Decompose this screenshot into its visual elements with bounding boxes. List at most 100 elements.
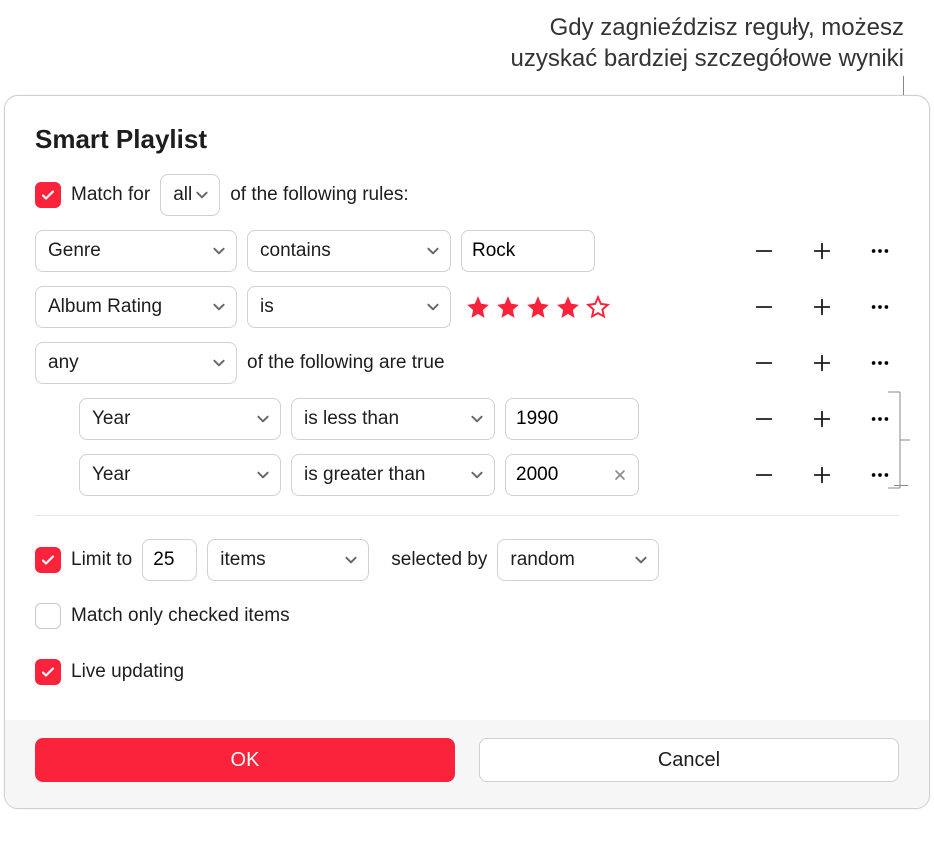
dialog-footer: OK Cancel — [5, 720, 929, 808]
ok-button[interactable]: OK — [35, 738, 455, 782]
star-outline-icon[interactable] — [585, 294, 611, 320]
limit-row: Limit to items selected by random — [35, 538, 899, 582]
add-rule-button[interactable] — [807, 404, 837, 434]
limit-unit-value: items — [220, 549, 265, 571]
match-row: Match for all of the following rules: — [35, 173, 899, 217]
rule-op-value: is greater than — [304, 464, 425, 486]
remove-rule-button[interactable] — [749, 292, 779, 322]
rule-field-value: Year — [92, 464, 130, 486]
chevron-down-icon — [426, 300, 440, 314]
rule-actions — [749, 236, 899, 266]
match-checked-checkbox[interactable] — [35, 603, 61, 629]
minus-icon — [753, 240, 775, 262]
close-icon — [613, 468, 627, 482]
rule-field-select[interactable]: Genre — [35, 230, 237, 272]
add-rule-button[interactable] — [807, 348, 837, 378]
minus-icon — [753, 408, 775, 430]
cancel-button-label: Cancel — [658, 749, 720, 772]
remove-rule-button[interactable] — [749, 348, 779, 378]
star-icon[interactable] — [495, 294, 521, 320]
plus-icon — [811, 352, 833, 374]
match-suffix: of the following rules: — [230, 184, 409, 206]
rule-value-wrap — [505, 454, 639, 496]
match-mode-value: all — [173, 184, 192, 206]
chevron-down-icon — [470, 468, 484, 482]
group-mode-select[interactable]: any — [35, 342, 237, 384]
callout-annotation: Gdy zagnieździsz reguły, możesz uzyskać … — [511, 12, 905, 74]
limit-count-input[interactable] — [142, 539, 197, 581]
rule-op-select[interactable]: is — [247, 286, 451, 328]
rule-field-value: Year — [92, 408, 130, 430]
callout-line1: Gdy zagnieździsz reguły, możesz — [511, 12, 905, 43]
add-rule-button[interactable] — [807, 460, 837, 490]
chevron-down-icon — [426, 244, 440, 258]
rule-field-select[interactable]: Album Rating — [35, 286, 237, 328]
more-rule-button[interactable] — [865, 292, 895, 322]
rule-row-nested: Year is less than — [35, 397, 899, 441]
ellipsis-icon — [869, 352, 891, 374]
chevron-down-icon — [212, 356, 226, 370]
chevron-down-icon — [634, 553, 648, 567]
more-rule-button[interactable] — [865, 236, 895, 266]
plus-icon — [811, 240, 833, 262]
chevron-down-icon — [256, 468, 270, 482]
chevron-down-icon — [256, 412, 270, 426]
remove-rule-button[interactable] — [749, 236, 779, 266]
group-suffix: of the following are true — [247, 352, 445, 374]
bracket-svg — [884, 388, 912, 496]
chevron-down-icon — [212, 300, 226, 314]
rule-actions — [749, 292, 899, 322]
rule-op-select[interactable]: contains — [247, 230, 451, 272]
match-checked-row: Match only checked items — [35, 594, 899, 638]
dialog-body: Smart Playlist Match for all of the foll… — [5, 96, 929, 720]
clear-input-button[interactable] — [609, 464, 631, 486]
chevron-down-icon — [212, 244, 226, 258]
plus-icon — [811, 408, 833, 430]
rule-group-row: any of the following are true — [35, 341, 899, 385]
rule-row: Genre contains — [35, 229, 899, 273]
rule-value-input[interactable] — [461, 230, 595, 272]
limit-unit-select[interactable]: items — [207, 539, 369, 581]
rule-value-input[interactable] — [505, 398, 639, 440]
rule-op-value: is less than — [304, 408, 399, 430]
rule-actions — [749, 460, 899, 490]
rule-field-value: Genre — [48, 240, 101, 262]
chevron-down-icon — [344, 553, 358, 567]
plus-icon — [811, 296, 833, 318]
selected-by-value: random — [510, 549, 574, 571]
plus-icon — [811, 464, 833, 486]
rule-field-value: Album Rating — [48, 296, 162, 318]
chevron-down-icon — [195, 188, 209, 202]
callout-line2: uzyskać bardziej szczegółowe wyniki — [511, 43, 905, 74]
rule-op-value: is — [260, 296, 274, 318]
selected-by-select[interactable]: random — [497, 539, 659, 581]
match-checkbox[interactable] — [35, 182, 61, 208]
star-icon[interactable] — [465, 294, 491, 320]
minus-icon — [753, 296, 775, 318]
rule-field-select[interactable]: Year — [79, 398, 281, 440]
rule-field-select[interactable]: Year — [79, 454, 281, 496]
remove-rule-button[interactable] — [749, 404, 779, 434]
add-rule-button[interactable] — [807, 292, 837, 322]
add-rule-button[interactable] — [807, 236, 837, 266]
rule-op-select[interactable]: is less than — [291, 398, 495, 440]
limit-checkbox[interactable] — [35, 547, 61, 573]
divider — [35, 515, 899, 516]
rule-row-nested: Year is greater than — [35, 453, 899, 497]
remove-rule-button[interactable] — [749, 460, 779, 490]
selected-by-label: selected by — [391, 549, 487, 571]
star-icon[interactable] — [555, 294, 581, 320]
group-mode-value: any — [48, 352, 79, 374]
dialog-title: Smart Playlist — [35, 124, 899, 155]
cancel-button[interactable]: Cancel — [479, 738, 899, 782]
minus-icon — [753, 352, 775, 374]
live-updating-checkbox[interactable] — [35, 659, 61, 685]
rule-op-select[interactable]: is greater than — [291, 454, 495, 496]
rule-row: Album Rating is — [35, 285, 899, 329]
rule-actions — [749, 404, 899, 434]
star-rating[interactable] — [461, 294, 611, 320]
star-icon[interactable] — [525, 294, 551, 320]
more-rule-button[interactable] — [865, 348, 895, 378]
match-mode-select[interactable]: all — [160, 174, 220, 216]
smart-playlist-dialog: Smart Playlist Match for all of the foll… — [4, 95, 930, 809]
